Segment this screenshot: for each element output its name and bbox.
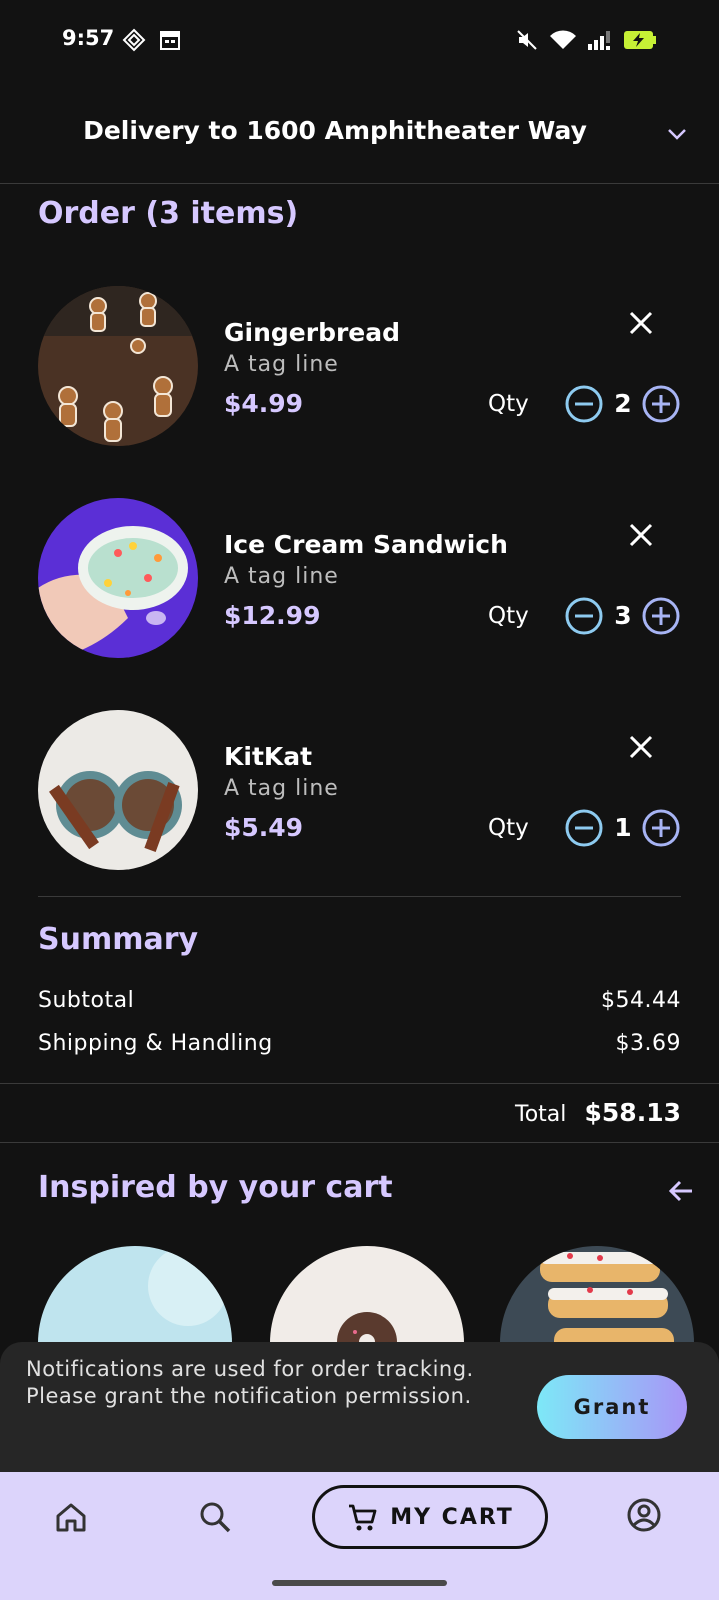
snackbar-message: Notifications are used for order trackin…: [26, 1357, 474, 1408]
subtotal-row: Subtotal $54.44: [38, 988, 681, 1013]
subtotal-label: Subtotal: [38, 988, 135, 1013]
increase-qty-icon[interactable]: [641, 384, 681, 424]
status-bar: 9:57: [0, 0, 719, 82]
gingerbread-image: [38, 286, 198, 446]
inspired-title: Inspired by your cart: [38, 1170, 393, 1205]
total-value: $58.13: [584, 1098, 681, 1127]
shipping-row: Shipping & Handling $3.69: [38, 1031, 681, 1056]
mute-icon: [517, 30, 537, 50]
item-price: $4.99: [224, 389, 304, 418]
decrease-qty-icon[interactable]: [564, 384, 604, 424]
search-icon[interactable]: [196, 1498, 234, 1536]
home-icon[interactable]: [52, 1498, 90, 1536]
shipping-label: Shipping & Handling: [38, 1031, 273, 1056]
notification-permission-snackbar: Notifications are used for order trackin…: [0, 1342, 719, 1472]
battery-charging-icon: [624, 31, 656, 49]
delivery-header[interactable]: Delivery to 1600 Amphitheater Way: [0, 82, 719, 184]
my-cart-label: MY CART: [390, 1504, 514, 1530]
kitkat-image: [38, 710, 198, 870]
total-label: Total: [515, 1102, 567, 1127]
qty-value: 1: [614, 813, 632, 842]
delivery-address-title: Delivery to 1600 Amphitheater Way: [83, 116, 587, 145]
shipping-value: $3.69: [615, 1031, 681, 1056]
remove-item-icon[interactable]: [626, 520, 656, 550]
bottom-nav: MY CART: [0, 1472, 719, 1600]
item-name: Ice Cream Sandwich: [224, 530, 508, 559]
item-tagline: A tag line: [224, 352, 339, 377]
grant-button[interactable]: Grant: [537, 1375, 687, 1439]
item-tagline: A tag line: [224, 564, 339, 589]
arrow-back-icon[interactable]: [664, 1174, 698, 1208]
remove-item-icon[interactable]: [626, 308, 656, 338]
qty-value: 3: [614, 601, 632, 630]
summary-title: Summary: [38, 922, 199, 957]
chevron-down-icon[interactable]: [665, 122, 689, 146]
total-row: Total $58.13: [0, 1083, 719, 1143]
cart-item: Gingerbread A tag line $4.99 Qty 2: [0, 286, 719, 466]
qty-label: Qty: [488, 391, 529, 417]
qty-label: Qty: [488, 815, 529, 841]
cart-icon: [349, 1504, 377, 1531]
decrease-qty-icon[interactable]: [564, 596, 604, 636]
divider: [38, 896, 681, 897]
item-price: $5.49: [224, 813, 304, 842]
my-cart-nav-button[interactable]: MY CART: [312, 1485, 548, 1549]
home-indicator[interactable]: [272, 1580, 447, 1586]
item-name: Gingerbread: [224, 318, 401, 347]
wifi-icon: [550, 30, 576, 49]
item-price: $12.99: [224, 601, 321, 630]
notification-app-icon: [122, 28, 146, 52]
increase-qty-icon[interactable]: [641, 808, 681, 848]
increase-qty-icon[interactable]: [641, 596, 681, 636]
cart-item: KitKat A tag line $5.49 Qty 1: [0, 710, 719, 890]
subtotal-value: $54.44: [601, 988, 681, 1013]
profile-icon[interactable]: [625, 1496, 663, 1534]
remove-item-icon[interactable]: [626, 732, 656, 762]
qty-value: 2: [614, 389, 632, 418]
status-icons-left: [122, 28, 182, 52]
order-title: Order (3 items): [38, 196, 299, 231]
signal-icon: [588, 31, 610, 50]
qty-label: Qty: [488, 603, 529, 629]
calendar-icon: [160, 31, 180, 50]
item-name: KitKat: [224, 742, 313, 771]
cart-item: Ice Cream Sandwich A tag line $12.99 Qty…: [0, 498, 719, 678]
status-icons-right: [515, 28, 657, 52]
ice-cream-sandwich-image: [38, 498, 198, 658]
item-tagline: A tag line: [224, 776, 339, 801]
status-time: 9:57: [62, 26, 115, 50]
decrease-qty-icon[interactable]: [564, 808, 604, 848]
